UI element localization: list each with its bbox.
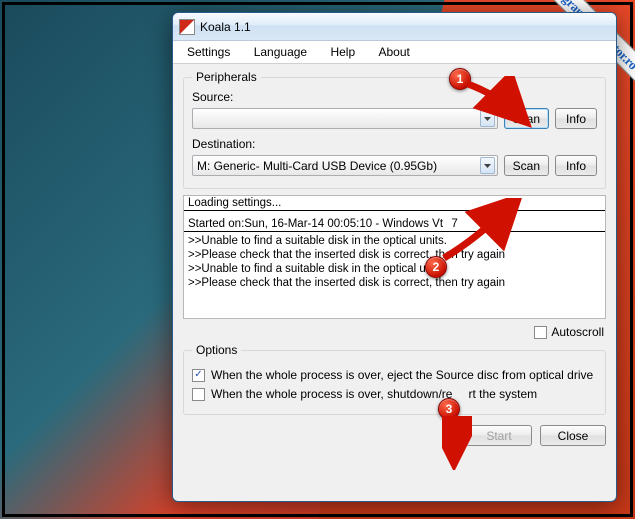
- menu-settings[interactable]: Settings: [177, 43, 240, 61]
- window-title: Koala 1.1: [200, 20, 251, 34]
- autoscroll-label: Autoscroll: [551, 325, 604, 339]
- close-button[interactable]: Close: [540, 425, 606, 446]
- annotation-badge-2: 2: [425, 256, 447, 278]
- eject-checkbox[interactable]: [192, 369, 205, 382]
- peripherals-legend: Peripherals: [192, 70, 261, 84]
- chevron-down-icon: [480, 157, 495, 174]
- chevron-down-icon: [480, 110, 495, 127]
- shutdown-label: When the whole process is over, shutdown…: [211, 387, 537, 401]
- menubar: Settings Language Help About: [173, 41, 616, 64]
- destination-value: M: Generic- Multi-Card USB Device (0.95G…: [197, 159, 437, 173]
- options-group: Options When the whole process is over, …: [183, 343, 606, 415]
- log-header: Loading settings...: [184, 196, 605, 211]
- log-started: Started on:Sun, 16-Mar-14 00:05:10 - Win…: [184, 217, 605, 232]
- destination-info-button[interactable]: Info: [555, 155, 597, 176]
- log-line: >>Unable to find a suitable disk in the …: [184, 234, 605, 248]
- shutdown-checkbox[interactable]: [192, 388, 205, 401]
- menu-about[interactable]: About: [368, 43, 419, 61]
- source-info-button[interactable]: Info: [555, 108, 597, 129]
- destination-scan-button[interactable]: Scan: [504, 155, 549, 176]
- source-scan-button[interactable]: Scan: [504, 108, 549, 129]
- source-combo[interactable]: [192, 108, 498, 129]
- log-panel[interactable]: Loading settings... Started on:Sun, 16-M…: [183, 195, 606, 319]
- annotation-badge-1: 1: [449, 68, 471, 90]
- titlebar[interactable]: Koala 1.1: [173, 13, 616, 41]
- peripherals-group: Peripherals Source: Scan Info Destinatio…: [183, 70, 606, 189]
- source-label: Source:: [192, 90, 597, 104]
- app-window: Koala 1.1 Settings Language Help About P…: [172, 12, 617, 502]
- app-icon: [179, 19, 195, 35]
- menu-help[interactable]: Help: [320, 43, 365, 61]
- destination-combo[interactable]: M: Generic- Multi-Card USB Device (0.95G…: [192, 155, 498, 176]
- eject-label: When the whole process is over, eject th…: [211, 368, 593, 382]
- log-line: >>Please check that the inserted disk is…: [184, 248, 605, 262]
- annotation-badge-3: 3: [438, 398, 460, 420]
- start-button[interactable]: Start: [466, 425, 532, 446]
- autoscroll-checkbox[interactable]: [534, 326, 547, 339]
- log-line: >>Please check that the inserted disk is…: [184, 276, 605, 290]
- log-line: >>Unable to find a suitable disk in the …: [184, 262, 605, 276]
- menu-language[interactable]: Language: [244, 43, 317, 61]
- destination-label: Destination:: [192, 137, 597, 151]
- options-legend: Options: [192, 343, 241, 357]
